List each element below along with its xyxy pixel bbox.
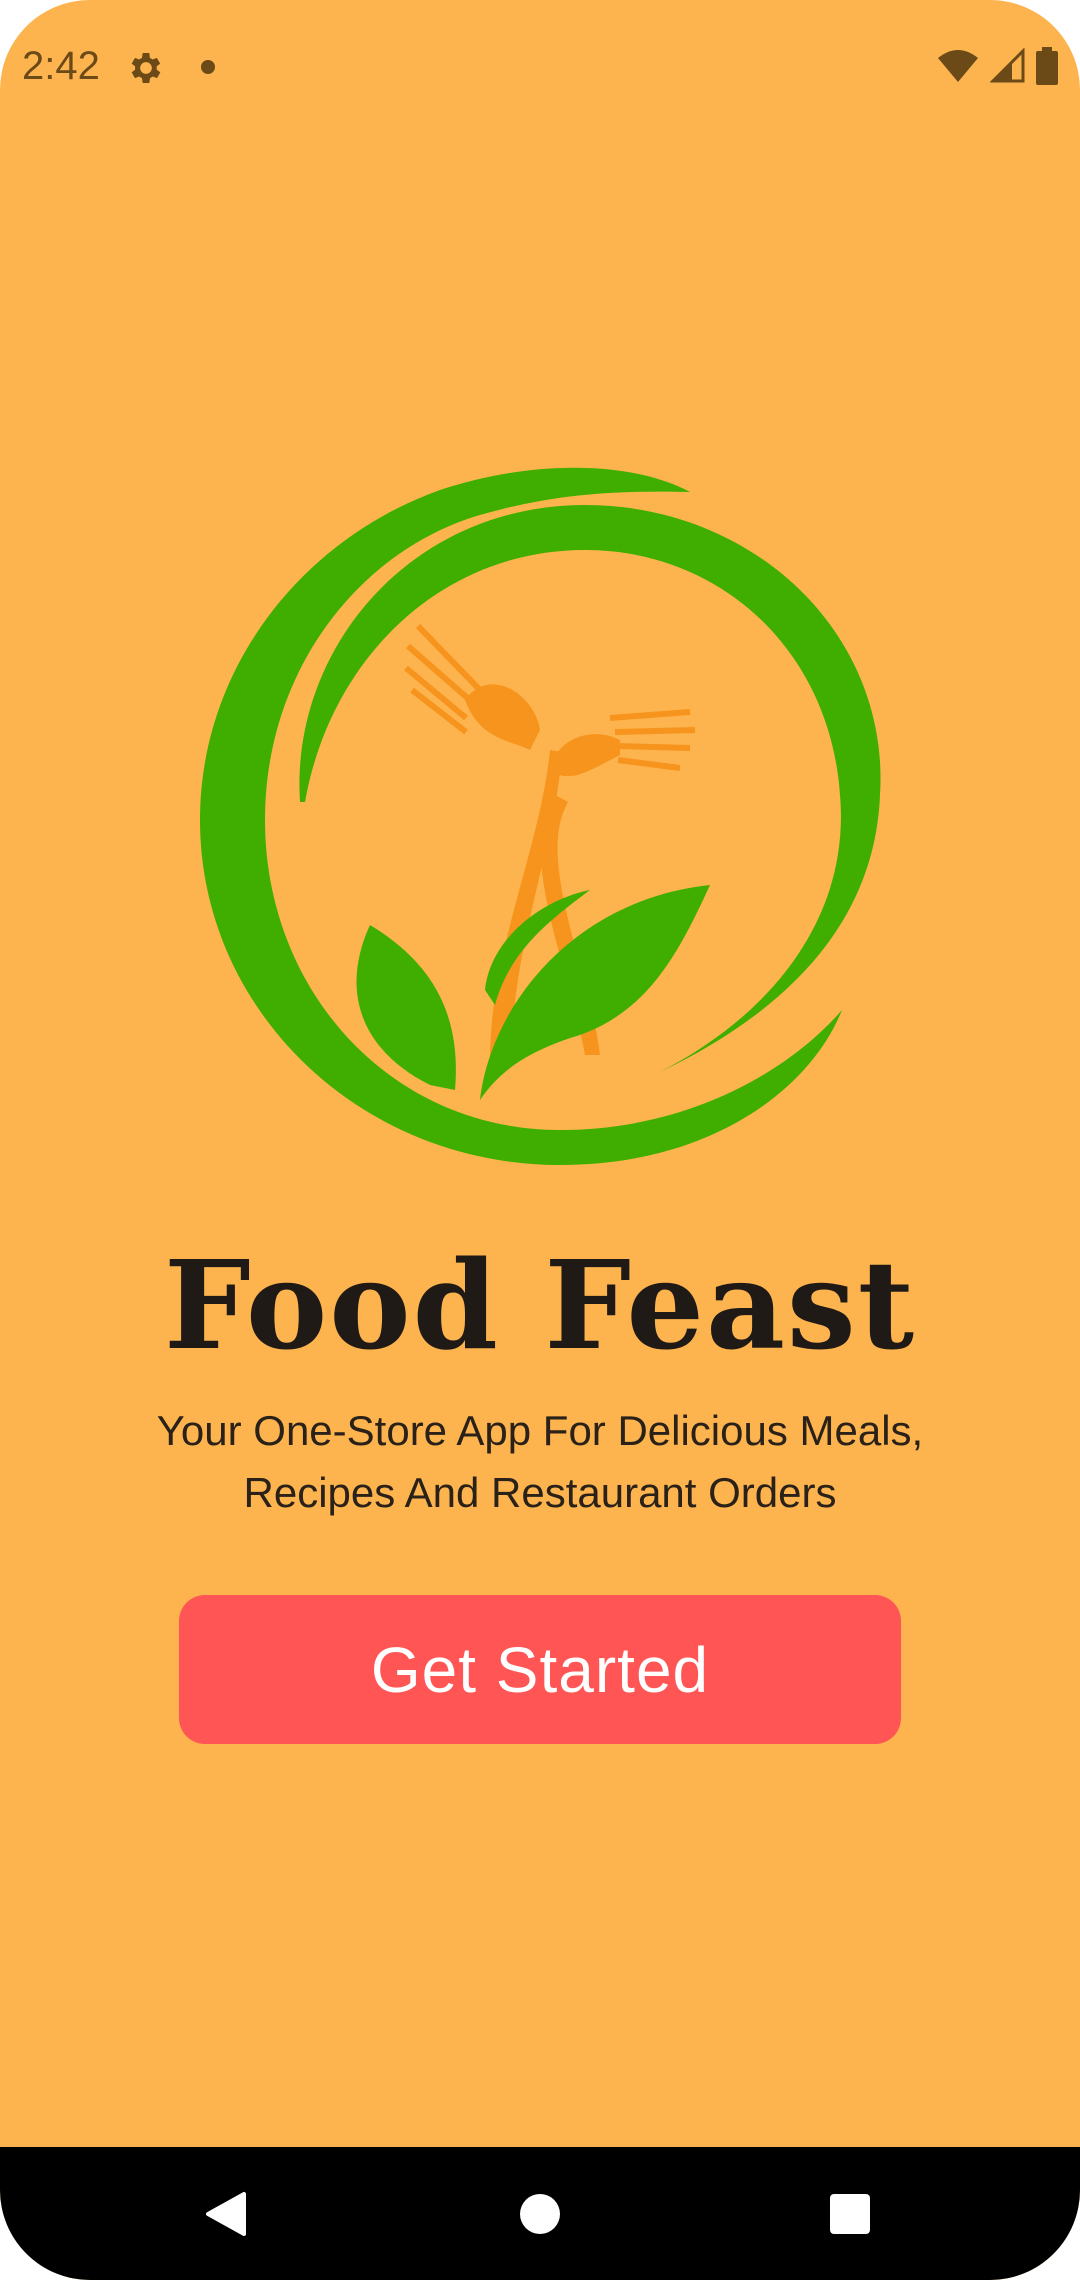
get-started-button[interactable]: Get Started xyxy=(179,1595,901,1744)
wifi-icon xyxy=(938,50,978,82)
nav-recents-button[interactable] xyxy=(770,2147,930,2280)
nav-bar xyxy=(0,2147,1080,2280)
fork-leaf-logo-icon xyxy=(200,467,881,1165)
status-time: 2:42 xyxy=(22,44,100,88)
status-bar: 2:42 xyxy=(0,0,1080,136)
back-icon xyxy=(206,2191,246,2236)
home-icon xyxy=(520,2193,560,2234)
notification-dot-icon xyxy=(201,60,215,74)
recents-icon xyxy=(830,2193,870,2234)
signal-icon xyxy=(990,48,1025,83)
nav-home-button[interactable] xyxy=(460,2147,620,2280)
app-title: Food Feast xyxy=(163,1233,917,1377)
gear-icon xyxy=(131,53,161,83)
leaves xyxy=(356,885,710,1100)
splash-screen: 2:42 Food Feast Your One-Store App For D… xyxy=(0,0,1080,2280)
app-tagline: Your One-Store App For Delicious Meals, … xyxy=(90,1400,990,1524)
battery-icon xyxy=(1036,47,1058,85)
tagline-line-1: Your One-Store App For Delicious Meals, xyxy=(156,1407,924,1454)
tagline-line-2: Recipes And Restaurant Orders xyxy=(243,1469,837,1516)
status-icons xyxy=(936,46,1058,86)
nav-back-button[interactable] xyxy=(146,2147,306,2280)
